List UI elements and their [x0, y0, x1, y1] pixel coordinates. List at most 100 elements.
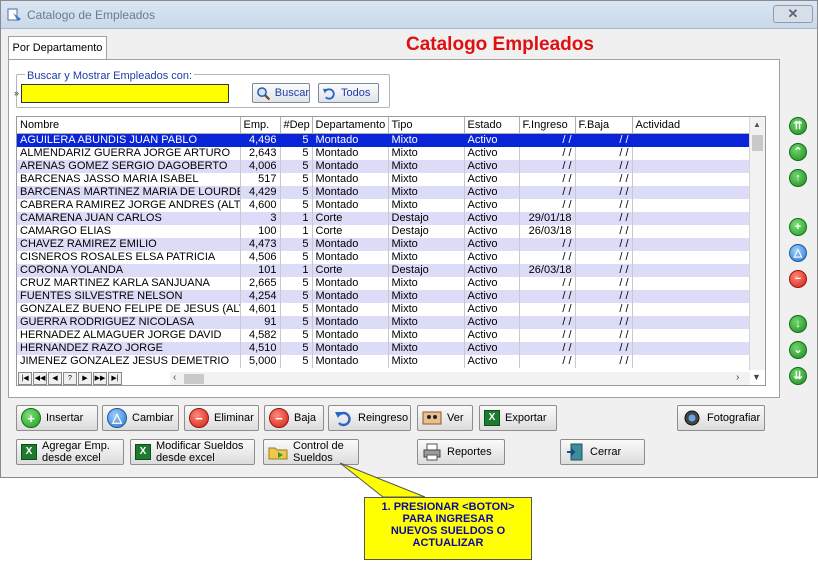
table-row[interactable]: CABRERA RAMIREZ JORGE ANDRES (ALTA 4,600 5… [17, 198, 751, 212]
side-insert-button[interactable]: + [789, 218, 807, 236]
side-delete-button[interactable]: − [789, 270, 807, 288]
move-first-button[interactable]: ⇈ [789, 117, 807, 135]
scroll-right-arrow-icon[interactable]: › [736, 372, 739, 383]
table-row[interactable]: CORONA YOLANDA 101 1 Corte Destajo Activo 26/0… [17, 263, 751, 277]
table-cell: Activo [464, 250, 520, 264]
cambiar-button[interactable]: △ Cambiar [102, 405, 179, 431]
navigator-button[interactable]: ◀◀ [33, 372, 47, 385]
table-cell: FUENTES SILVESTRE NELSON [17, 289, 241, 303]
table-cell: 4,496 [240, 133, 281, 147]
move-up-button[interactable]: ↑ [789, 169, 807, 187]
move-down-button[interactable]: ↓ [789, 315, 807, 333]
horizontal-scrollbar[interactable]: ‹ › [170, 372, 750, 385]
reingreso-button[interactable]: Reingreso [328, 405, 411, 431]
insertar-button[interactable]: + Insertar [16, 405, 98, 431]
table-cell: Activo [464, 133, 520, 147]
table-row[interactable]: CRUZ MARTINEZ KARLA SANJUANA 2,665 5 Montad… [17, 276, 751, 290]
eliminar-button[interactable]: − Eliminar [184, 405, 259, 431]
table-row[interactable]: HERNADEZ ALMAGUER JORGE DAVID 4,582 5 Monta… [17, 328, 751, 342]
vertical-scroll-thumb[interactable] [752, 135, 763, 151]
table-row[interactable]: GUERRA RODRIGUEZ NICOLASA 91 5 Montado Mixto… [17, 315, 751, 329]
table-cell: 5 [280, 341, 313, 355]
table-cell: Destajo [388, 224, 465, 238]
agregar-excel-button[interactable]: X Agregar Emp. desde excel [16, 439, 124, 465]
up-chevrons-icon: ⌃ [793, 146, 803, 158]
table-cell: / / [575, 237, 633, 251]
table-cell: 5 [280, 250, 313, 264]
baja-label: Baja [294, 412, 317, 424]
horizontal-scroll-thumb[interactable] [184, 374, 204, 384]
table-row[interactable]: CAMARENA JUAN CARLOS 3 1 Corte Destajo Activo… [17, 211, 751, 225]
table-cell: / / [575, 289, 633, 303]
table-row[interactable]: FUENTES SILVESTRE NELSON 4,254 5 Montado Mix… [17, 289, 751, 303]
table-cell: Mixto [388, 315, 465, 329]
navigator-button[interactable]: ▶ [78, 372, 92, 385]
control-sueldos-button[interactable]: Control de Sueldos [263, 439, 359, 465]
cerrar-button[interactable]: Cerrar [560, 439, 645, 465]
table-cell: Activo [464, 146, 520, 160]
navigator-button[interactable]: ▶| [108, 372, 122, 385]
column-header[interactable]: F.Ingreso [519, 117, 576, 134]
table-cell: Mixto [388, 289, 465, 303]
side-edit-button[interactable]: △ [789, 244, 807, 262]
column-header[interactable]: Tipo [388, 117, 465, 134]
modificar-sueldos-excel-button[interactable]: X Modificar Sueldos desde excel [130, 439, 255, 465]
folder-icon [268, 447, 288, 460]
table-cell: 5 [280, 133, 313, 147]
move-page-down-button[interactable]: ⌄ [789, 341, 807, 359]
tab-por-departamento[interactable]: Por Departamento [8, 36, 107, 60]
navigator-button[interactable]: |◀ [18, 372, 32, 385]
table-row[interactable]: BARCENAS MARTINEZ MARIA DE LOURDE 4,429 5 M… [17, 185, 751, 199]
column-header[interactable]: F.Baja [575, 117, 633, 134]
table-row[interactable]: JIMENEZ GONZALEZ JESUS DEMETRIO 5,000 5 Mon… [17, 354, 751, 368]
modificar-sueldos-label: Modificar Sueldos desde excel [156, 440, 243, 464]
navigator-button[interactable]: ◀ [48, 372, 62, 385]
table-cell [632, 263, 751, 277]
move-page-up-button[interactable]: ⌃ [789, 143, 807, 161]
table-cell: Mixto [388, 276, 465, 290]
column-header[interactable]: Nombre [17, 117, 241, 134]
table-cell: Montado [312, 146, 389, 160]
table-row[interactable]: HERNANDEZ RAZO JORGE 4,510 5 Montado Mixto Ac… [17, 341, 751, 355]
table-cell: / / [575, 328, 633, 342]
column-header[interactable]: Estado [464, 117, 520, 134]
table-row[interactable]: CAMARGO ELIAS 100 1 Corte Destajo Activo 26/03… [17, 224, 751, 238]
scroll-down-arrow-icon[interactable]: ▼ [752, 372, 761, 382]
scroll-up-arrow-icon[interactable]: ▲ [753, 120, 761, 129]
buscar-button[interactable]: Buscar [252, 83, 310, 103]
table-cell [632, 302, 751, 316]
table-row[interactable]: GONZALEZ BUENO FELIPE DE JESUS (ALT 4,601… [17, 302, 751, 316]
vertical-scrollbar[interactable]: ▲ [749, 117, 765, 370]
baja-button[interactable]: − Baja [264, 405, 324, 431]
move-last-button[interactable]: ⇊ [789, 367, 807, 385]
face-icon [422, 411, 442, 425]
table-cell: Mixto [388, 250, 465, 264]
table-row[interactable]: ARENAS GOMEZ SERGIO DAGOBERTO 4,006 5 Monta… [17, 159, 751, 173]
employee-grid[interactable]: Nombre Emp. #Dep Departamento Tipo Estado F.In… [16, 116, 766, 386]
reportes-button[interactable]: Reportes [417, 439, 505, 465]
table-row[interactable]: AGUILERA ABUNDIS JUAN PABLO 4,496 5 Montado… [17, 133, 751, 147]
column-header[interactable]: Actividad [632, 117, 751, 134]
table-row[interactable]: CHAVEZ RAMIREZ EMILIO 4,473 5 Montado Mixto A… [17, 237, 751, 251]
todos-button[interactable]: Todos [318, 83, 379, 103]
scroll-left-arrow-icon[interactable]: ‹ [173, 372, 176, 383]
ver-button[interactable]: Ver [417, 405, 473, 431]
double-up-arrow-icon: ⇈ [793, 120, 803, 132]
search-input[interactable] [21, 84, 229, 103]
table-cell [632, 133, 751, 147]
table-row[interactable]: ALMENDARIZ GUERRA JORGE ARTURO 2,643 5 Mont… [17, 146, 751, 160]
table-row[interactable]: BARCENAS JASSO MARIA ISABEL 517 5 Montado Mi… [17, 172, 751, 186]
column-header[interactable]: Emp. [240, 117, 281, 134]
table-cell: 5 [280, 159, 313, 173]
table-cell: / / [519, 172, 576, 186]
close-button[interactable]: ✕ [773, 5, 813, 23]
navigator-button[interactable]: ? [63, 372, 77, 385]
table-cell: / / [519, 302, 576, 316]
column-header[interactable]: #Dep [280, 117, 313, 134]
table-row[interactable]: CISNEROS ROSALES ELSA PATRICIA 4,506 5 Mont… [17, 250, 751, 264]
exportar-button[interactable]: X Exportar [479, 405, 557, 431]
table-cell: 5 [280, 198, 313, 212]
navigator-button[interactable]: ▶▶ [93, 372, 107, 385]
column-header[interactable]: Departamento [312, 117, 389, 134]
fotografiar-button[interactable]: Fotografiar [677, 405, 765, 431]
